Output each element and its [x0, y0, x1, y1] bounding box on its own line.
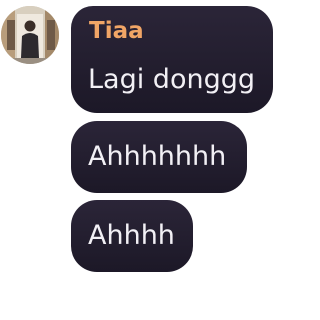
message-bubble[interactable]: Ahhhh — [71, 200, 193, 272]
sender-name: Tiaa — [89, 18, 144, 44]
message-text: Ahhhhhhh — [88, 141, 227, 172]
user-photo-icon — [1, 6, 59, 64]
message-text: Ahhhh — [88, 220, 175, 251]
message-text: Lagi donggg — [88, 64, 255, 95]
message-bubble[interactable]: Ahhhhhhh — [71, 121, 247, 193]
sender-avatar[interactable] — [1, 6, 59, 64]
chat-thread: Tiaa Lagi donggg Ahhhhhhh Ahhhh — [0, 0, 273, 320]
message-bubble[interactable]: Tiaa Lagi donggg — [71, 6, 273, 113]
